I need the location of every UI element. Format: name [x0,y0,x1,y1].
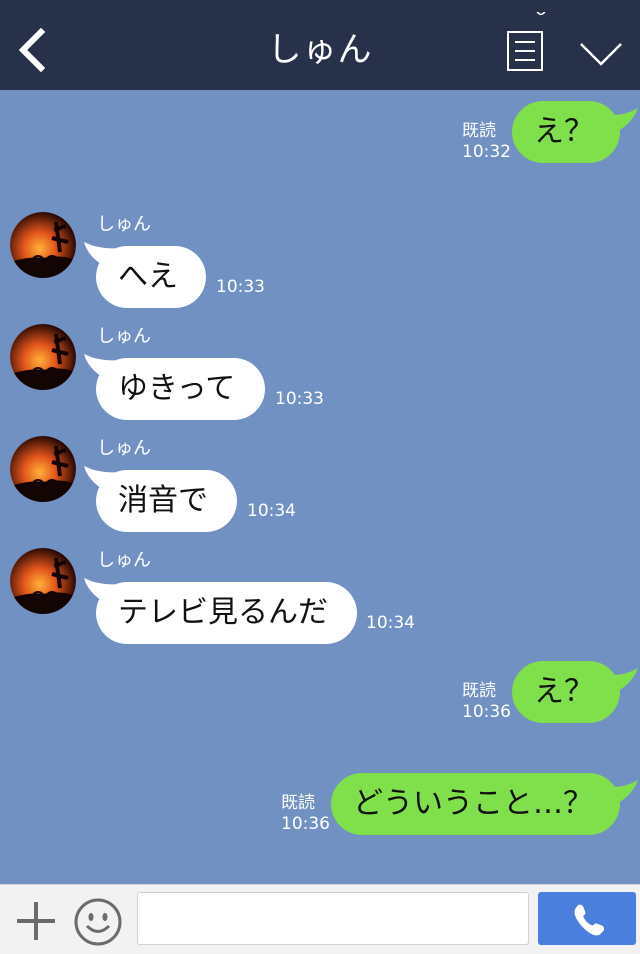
message-bubble-outgoing[interactable]: え？ [512,661,620,723]
message-time: 10:36 [462,702,511,722]
avatar[interactable] [10,324,76,390]
message-time: 10:34 [366,613,415,633]
chat-header: しゅん [0,0,640,90]
sunset-avatar-icon [10,436,76,502]
message-bubble-incoming[interactable]: へえ [96,246,206,308]
sunset-avatar-icon [10,548,76,614]
message-time: 10:33 [216,277,265,297]
message-bubble-incoming[interactable]: ゆきって [96,358,265,420]
sender-name: しゅん [97,550,151,571]
read-receipt: 既読 [281,793,315,813]
read-receipt: 既読 [462,681,496,701]
message-time: 10:34 [247,501,296,521]
smiley-icon [74,898,122,946]
chevron-down-icon [580,43,622,66]
message-time: 10:32 [462,142,511,162]
plus-icon [17,902,55,940]
add-button[interactable] [14,899,58,943]
read-receipt: 既読 [462,121,496,141]
phone-icon [574,904,605,935]
message-time: 10:33 [275,389,324,409]
message-bubble-incoming[interactable]: テレビ見るんだ [96,582,357,644]
message-bubble-outgoing[interactable]: え？ [512,101,620,163]
sender-name: しゅん [97,214,151,235]
input-bar [0,884,640,954]
chat-title: しゅん [267,30,373,70]
avatar[interactable] [10,436,76,502]
emoji-button[interactable] [73,897,123,947]
avatar[interactable] [10,212,76,278]
sunset-avatar-icon [10,212,76,278]
message-bubble-outgoing[interactable]: どういうこと…？ [331,773,620,835]
collapse-button[interactable] [579,38,623,68]
message-time: 10:36 [281,814,330,834]
status-bar-fragment [536,0,546,16]
menu-icon [507,31,543,71]
sunset-avatar-icon [10,324,76,390]
message-bubble-incoming[interactable]: 消音で [96,470,237,532]
avatar[interactable] [10,548,76,614]
call-button[interactable] [538,892,636,945]
sender-name: しゅん [97,438,151,459]
message-list[interactable]: 既読 10:32 え？ しゅん へえ 10:33 しゅん ゆきって 10:33 … [0,90,640,884]
menu-button[interactable] [507,31,543,71]
sender-name: しゅん [97,326,151,347]
message-input[interactable] [137,892,529,945]
